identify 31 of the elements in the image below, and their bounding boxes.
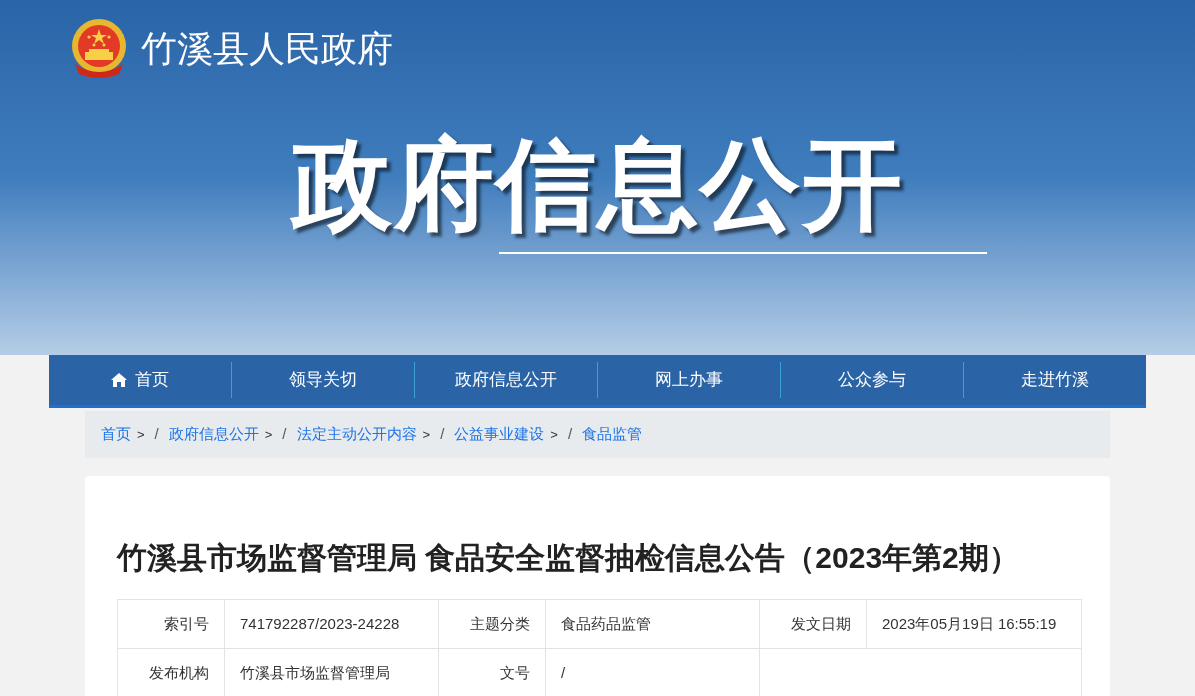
breadcrumb-link[interactable]: 政府信息公开 <box>168 423 259 446</box>
nav-link[interactable]: 网上办事 <box>598 355 780 405</box>
breadcrumb-divider: / <box>440 424 445 445</box>
article-title: 竹溪县市场监督管理局 食品安全监督抽检信息公告（2023年第2期） <box>117 540 1020 576</box>
nav-link[interactable]: 公众参与 <box>781 355 963 405</box>
nav-link[interactable]: 领导关切 <box>232 355 414 405</box>
meta-value: 741792287/2023-24228 <box>224 599 439 649</box>
breadcrumb-link[interactable]: 首页 <box>101 423 131 446</box>
banner-title: 政府信息公开 <box>291 127 904 242</box>
meta-label: 主题分类 <box>438 599 546 649</box>
breadcrumb-divider: / <box>567 424 573 445</box>
nav-link[interactable]: 首页 <box>49 355 231 405</box>
home-icon <box>111 373 127 387</box>
emblem-icon <box>69 18 129 80</box>
meta-label: 发布机构 <box>117 648 225 696</box>
meta-value: 食品药品监管 <box>545 599 760 649</box>
breadcrumb-link[interactable]: 法定主动公开内容 <box>296 423 417 446</box>
meta-label: 索引号 <box>117 599 225 649</box>
meta-label: 发文日期 <box>759 599 867 649</box>
breadcrumb-divider: / <box>154 424 159 445</box>
nav-link[interactable]: 政府信息公开 <box>415 355 597 405</box>
nav-link[interactable]: 走进竹溪 <box>964 355 1146 405</box>
breadcrumb-arrow: > <box>137 425 145 444</box>
breadcrumb-arrow: > <box>264 425 273 444</box>
breadcrumb-link[interactable]: 食品监管 <box>582 423 643 446</box>
meta-value: 2023年05月19日 16:55:19 <box>866 599 1082 649</box>
site-name: 竹溪县人民政府 <box>141 27 393 71</box>
breadcrumb-arrow: > <box>422 425 431 444</box>
breadcrumb-divider: / <box>282 424 287 445</box>
breadcrumb-link[interactable]: 公益事业建设 <box>454 423 545 446</box>
breadcrumb-arrow: > <box>550 425 558 444</box>
